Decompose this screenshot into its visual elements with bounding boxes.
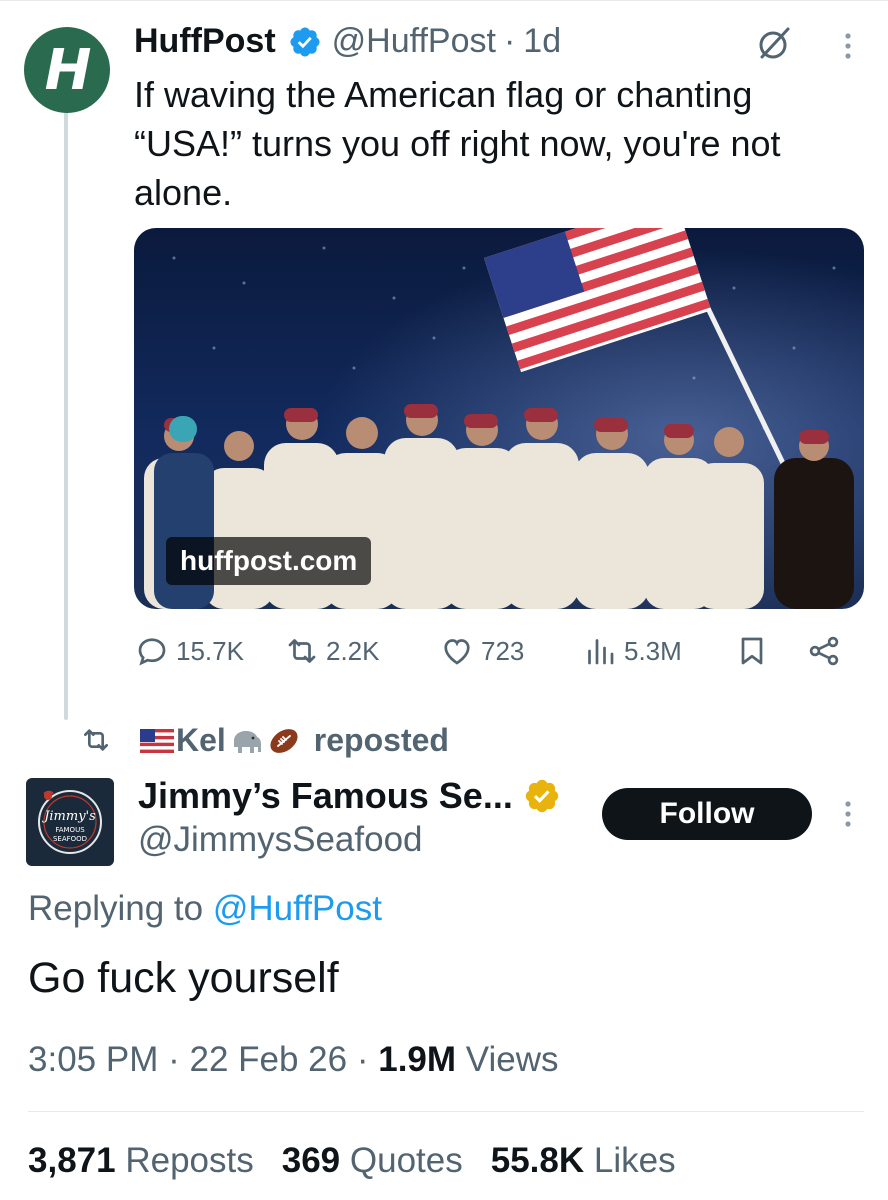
reposter-name: Kel	[176, 722, 226, 758]
likes-count: 55.8K	[490, 1141, 585, 1180]
replying-to-handle-link[interactable]: @HuffPost	[213, 889, 382, 928]
tweet-meta: 3:05 PM · 22 Feb 26 · 1.9M Views	[28, 1040, 559, 1080]
meta-separator: ·	[168, 1040, 180, 1079]
reposts-label: Reposts	[125, 1141, 254, 1180]
tweet-text: If waving the American flag or chanting …	[134, 74, 781, 213]
quotes-count: 369	[281, 1141, 341, 1180]
share-icon	[809, 636, 839, 666]
tweet-date[interactable]: 22 Feb 26	[189, 1040, 347, 1079]
gold-verified-badge-icon	[525, 779, 559, 813]
reply-author-handle[interactable]: @JimmysSeafood	[138, 820, 423, 860]
tweet-timestamp[interactable]: 3:05 PM	[28, 1040, 158, 1079]
logo-line-seafood: SEAFOOD	[53, 835, 87, 843]
repost-count: 2.2K	[326, 635, 380, 666]
media-link-label[interactable]: huffpost.com	[166, 537, 372, 585]
quotes-label: Quotes	[349, 1141, 463, 1180]
reply-tweet-text: Go fuck yourself	[28, 954, 339, 1002]
quotes-stat[interactable]: 369 Quotes	[282, 1141, 463, 1180]
views-action[interactable]: 5.3M	[582, 633, 682, 669]
views-count: 5.3M	[624, 635, 682, 666]
author-handle[interactable]: @HuffPost	[332, 22, 496, 61]
likes-label: Likes	[593, 1141, 676, 1180]
avatar-letter: H	[44, 37, 92, 103]
jimmys-avatar[interactable]: Jimmy's FAMOUS SEAFOOD	[26, 778, 114, 866]
thread-connector	[64, 110, 68, 720]
verified-badge-icon	[290, 26, 320, 57]
bookmark-icon	[741, 637, 763, 665]
reply-author-name[interactable]: Jimmy’s Famous Se...	[138, 775, 513, 817]
reply-action[interactable]: 15.7K	[134, 633, 244, 669]
reply-count: 15.7K	[176, 635, 244, 666]
meta-separator: ·	[356, 1040, 369, 1079]
follow-button[interactable]: Follow	[602, 788, 812, 840]
stats-divider	[28, 1111, 864, 1112]
more-options-icon[interactable]	[836, 30, 860, 62]
tweet-time[interactable]: 1d	[523, 22, 561, 61]
separator-dot: ·	[503, 22, 516, 60]
author-name[interactable]: HuffPost	[134, 22, 276, 61]
huffpost-avatar[interactable]: H	[24, 27, 110, 113]
football-emoji-icon	[270, 728, 298, 753]
repost-icon	[84, 729, 108, 751]
heart-icon	[444, 639, 470, 665]
elephant-emoji-icon	[233, 730, 261, 753]
top-divider	[0, 0, 888, 1]
reposts-count: 3,871	[28, 1141, 116, 1180]
repost-action[interactable]: 2.2K	[284, 633, 380, 669]
reply-author-row: Jimmy’s Famous Se...	[138, 775, 561, 817]
replying-to-line: Replying to @HuffPost	[28, 889, 382, 929]
logo-script: Jimmy's	[41, 809, 96, 824]
parent-tweet-header: HuffPost @HuffPost · 1d	[134, 22, 561, 61]
bookmark-action[interactable]	[734, 633, 776, 669]
logo-line-famous: FAMOUS	[55, 826, 85, 834]
views-total: 1.9M	[378, 1040, 457, 1079]
more-options-icon[interactable]	[836, 798, 860, 830]
share-action[interactable]	[806, 633, 848, 669]
replying-prefix: Replying to	[28, 889, 204, 928]
reply-icon	[138, 638, 166, 666]
tweet-action-bar: 15.7K 2.2K 723 5.3M	[134, 633, 864, 679]
repost-label: reposted	[313, 722, 449, 758]
jimmys-logo: Jimmy's FAMOUS SEAFOOD	[38, 790, 102, 854]
reposts-stat[interactable]: 3,871 Reposts	[28, 1141, 254, 1180]
like-action[interactable]: 723	[439, 633, 524, 669]
likes-stat[interactable]: 55.8K Likes	[491, 1141, 676, 1180]
us-flag-emoji-icon	[140, 728, 174, 753]
reposter[interactable]: Kel reposted	[140, 722, 449, 759]
grok-icon[interactable]	[756, 26, 792, 62]
views-label: Views	[465, 1040, 559, 1079]
like-count: 723	[481, 635, 525, 666]
engagement-stats: 3,871 Reposts 369 Quotes 55.8K Likes	[28, 1141, 676, 1181]
analytics-icon	[588, 639, 614, 665]
repost-icon	[288, 639, 316, 663]
